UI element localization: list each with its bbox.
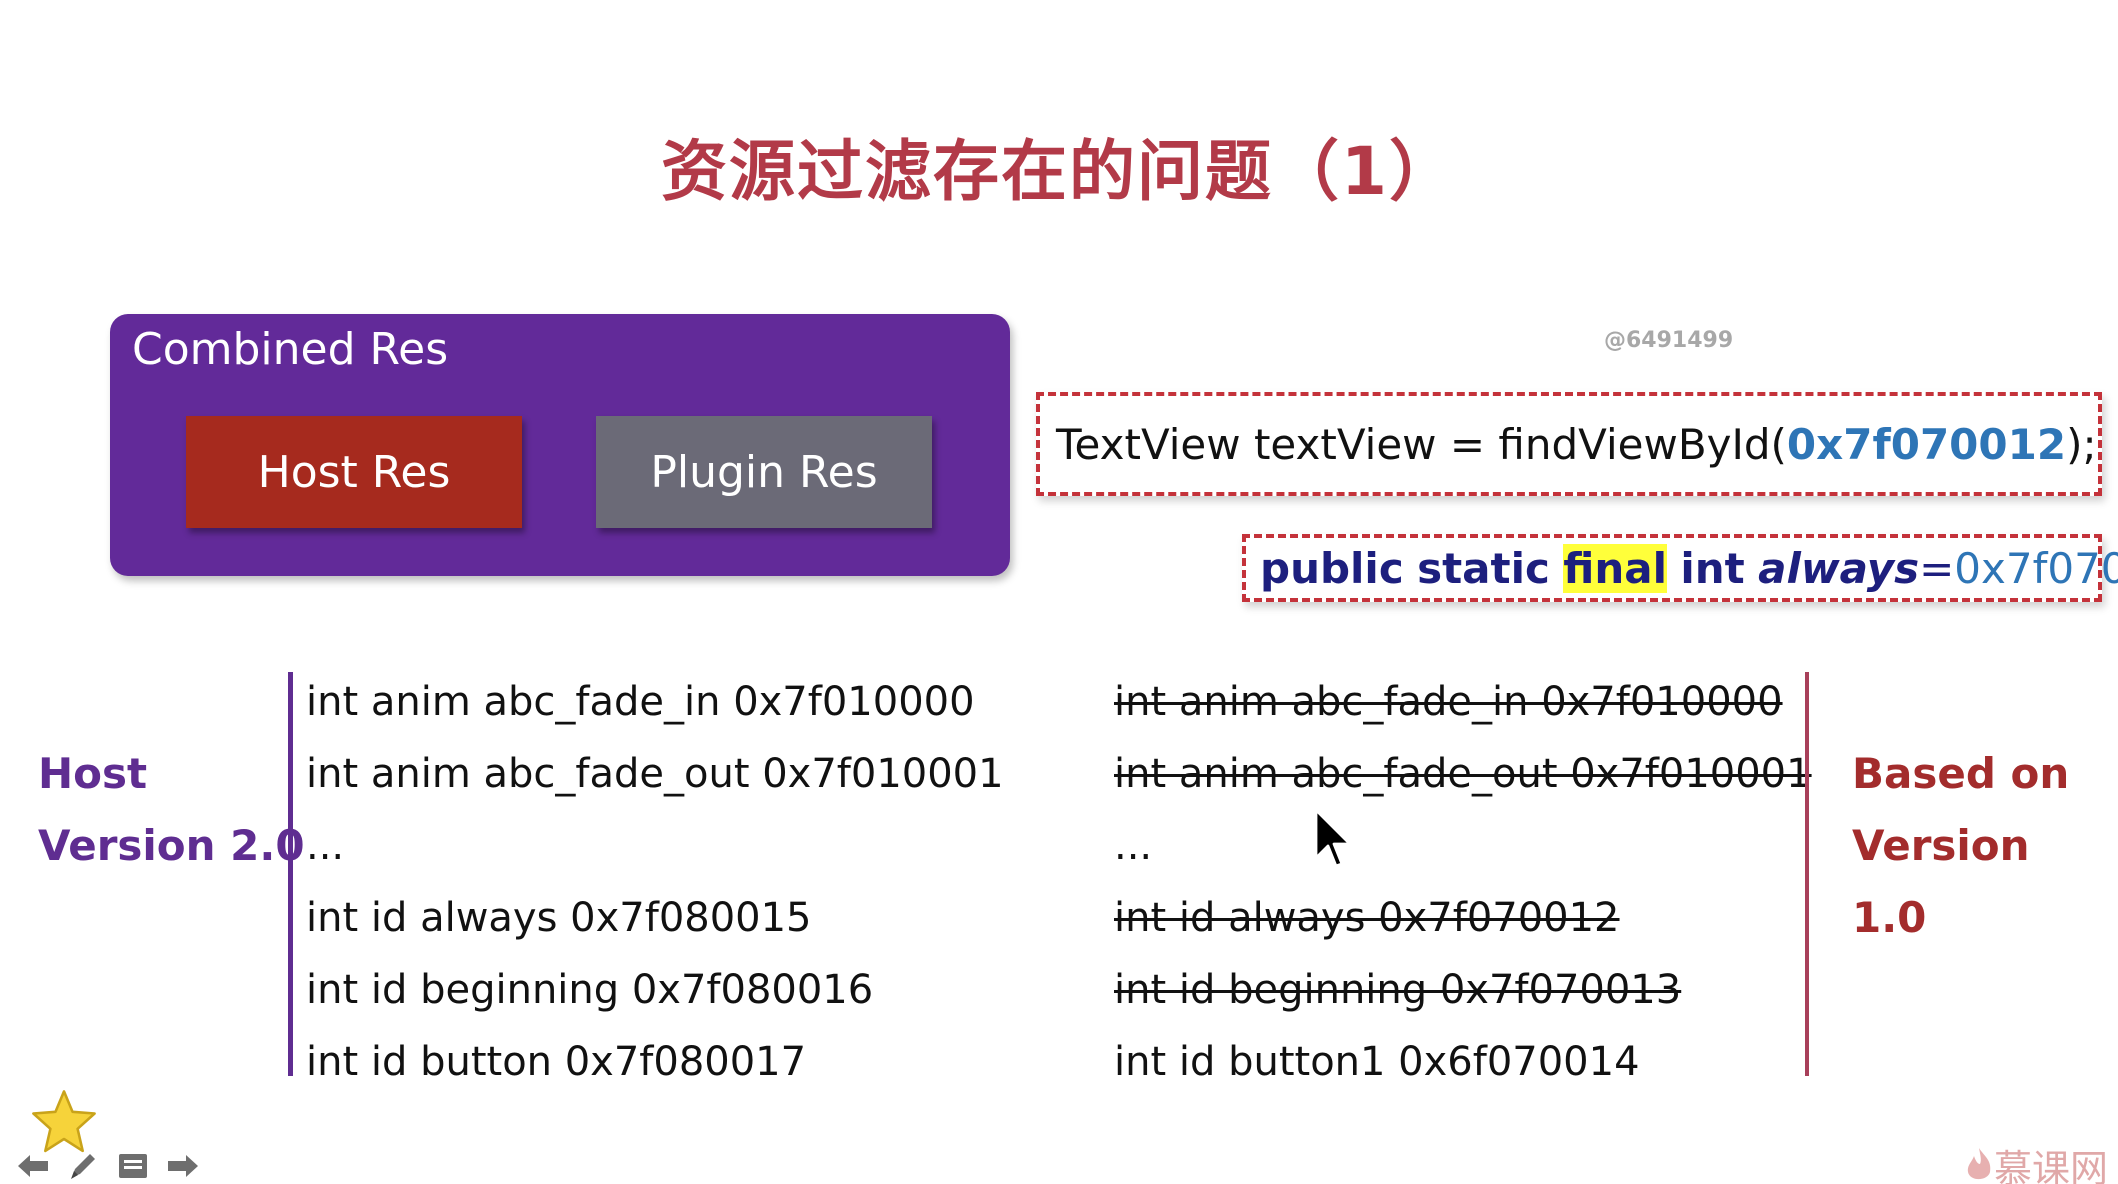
host-row: int id button 0x7f080017	[306, 1039, 807, 1085]
flame-icon	[1967, 1147, 1991, 1179]
keyword-int: int	[1680, 543, 1745, 593]
based-on-version-label: Based on Version 1.0	[1852, 738, 2118, 954]
code-line1-prefix: TextView textView = findViewById(	[1056, 419, 1787, 469]
host-label-line2: Version 2.0	[38, 821, 305, 870]
host-label-line1: Host	[38, 749, 148, 798]
host-row: int anim abc_fade_in 0x7f010000	[306, 679, 975, 725]
pen-icon	[71, 1154, 95, 1179]
prev-slide-button[interactable]	[8, 1148, 58, 1184]
brand-logo: 慕课网	[1964, 1138, 2108, 1184]
host-row: int id beginning 0x7f080016	[306, 967, 874, 1013]
based-label-line2: Version 1.0	[1852, 821, 2030, 942]
plugin-row-struck: int anim abc_fade_out 0x7f010001	[1114, 751, 1812, 797]
code-box-declaration: public static final int always=0x7f07001…	[1242, 534, 2118, 602]
identifier-always: always	[1758, 543, 1920, 593]
combined-res-label: Combined Res	[132, 324, 449, 375]
plugin-resource-list: int anim abc_fade_in 0x7f010000 int anim…	[1114, 666, 1812, 1098]
combined-res-box: Combined Res Host Res Plugin Res	[110, 314, 1010, 576]
next-slide-button[interactable]	[158, 1148, 208, 1184]
host-divider-line	[288, 672, 293, 1076]
code-line1-hex: 0x7f070012	[1786, 419, 2067, 469]
declared-value: 0x7f070012	[1954, 543, 2118, 593]
host-res-box: Host Res	[186, 416, 522, 528]
host-resource-list: int anim abc_fade_in 0x7f010000 int anim…	[306, 666, 1004, 1098]
plugin-row: ...	[1114, 823, 1153, 869]
keyword-static: static	[1417, 543, 1550, 593]
arrow-left-icon	[18, 1155, 48, 1177]
host-version-label: Host Version 2.0	[38, 738, 305, 882]
pen-tool-button[interactable]	[58, 1148, 108, 1184]
code-line1-suffix: );	[2066, 419, 2097, 469]
keyword-public: public	[1260, 543, 1404, 593]
plugin-row-struck: int id always 0x7f070012	[1114, 895, 1620, 941]
host-row: ...	[306, 823, 345, 869]
menu-icon	[119, 1154, 147, 1178]
watermark: @6491499	[1604, 328, 1734, 353]
equals-sign: =	[1919, 543, 1955, 593]
plugin-row-struck: int anim abc_fade_in 0x7f010000	[1114, 679, 1783, 725]
host-row: int id always 0x7f080015	[306, 895, 812, 941]
code-box-findviewbyid: TextView textView = findViewById(0x7f070…	[1036, 392, 2102, 496]
slide-title: 资源过滤存在的问题（1）	[661, 133, 1457, 210]
host-row: int anim abc_fade_out 0x7f010001	[306, 751, 1004, 797]
plugin-row: int id button1 0x6f070014	[1114, 1039, 1640, 1085]
based-label-line1: Based on	[1852, 749, 2070, 798]
keyword-final: final	[1563, 543, 1668, 593]
menu-button[interactable]	[108, 1148, 158, 1184]
plugin-row-struck: int id beginning 0x7f070013	[1114, 967, 1682, 1013]
plugin-res-box: Plugin Res	[596, 416, 932, 528]
logo-text: 慕课网	[1993, 1147, 2108, 1184]
star-icon[interactable]	[30, 1088, 98, 1156]
mouse-cursor-icon	[1314, 808, 1352, 868]
plugin-divider-line	[1805, 672, 1809, 1076]
presentation-toolbar	[8, 1148, 208, 1184]
arrow-right-icon	[168, 1155, 198, 1177]
